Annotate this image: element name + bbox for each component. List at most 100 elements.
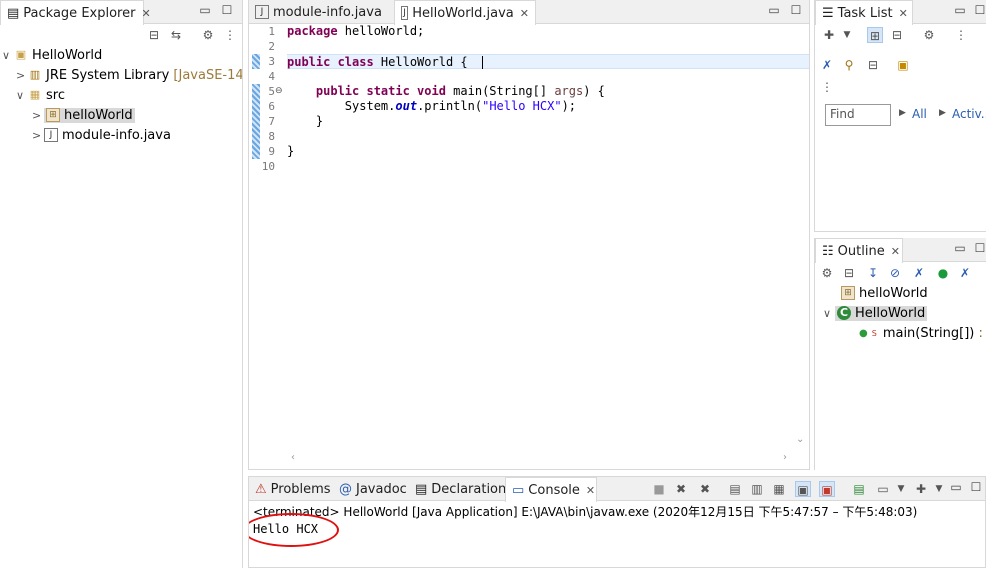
tree-item-package[interactable]: > ⊞ helloWorld bbox=[32, 105, 135, 125]
outline-item-package[interactable]: ⊞ helloWorld bbox=[841, 283, 928, 303]
find-input[interactable]: Find bbox=[825, 104, 891, 126]
activate-link[interactable]: Activ... bbox=[952, 107, 986, 121]
tab-task-list[interactable]: ☰ Task List ✕ bbox=[815, 0, 913, 25]
pin-console-icon[interactable]: ▤ bbox=[851, 481, 867, 497]
scroll-lock-icon[interactable]: ▥ bbox=[749, 481, 765, 497]
minimize-icon[interactable]: ▭ bbox=[953, 3, 967, 17]
scroll-right-icon[interactable]: › bbox=[783, 452, 787, 463]
outline-item-class[interactable]: ∨ C HelloWorld bbox=[823, 303, 928, 323]
tab-problems[interactable]: ⚠ Problems bbox=[249, 477, 337, 501]
code-text: helloWorld; bbox=[337, 24, 425, 38]
line-number: 6 bbox=[268, 100, 275, 113]
close-icon[interactable]: ✕ bbox=[899, 7, 908, 20]
console-output[interactable]: Hello HCX bbox=[249, 513, 339, 547]
link-with-editor-icon[interactable]: ⇆ bbox=[168, 27, 184, 43]
chevron-down-icon[interactable]: ∨ bbox=[2, 49, 14, 62]
collapse-all-icon[interactable]: ⊟ bbox=[841, 265, 857, 281]
outline-label: helloWorld bbox=[859, 285, 928, 301]
vertical-scrollbar[interactable]: ⌄ bbox=[791, 24, 809, 449]
tab-outline[interactable]: ☷ Outline ✕ bbox=[815, 238, 903, 263]
filter-completed-icon[interactable]: ✗ bbox=[819, 57, 835, 73]
display-console-icon[interactable]: ▭ bbox=[875, 481, 891, 497]
filters-icon[interactable]: ⚙ bbox=[819, 265, 835, 281]
tree-item-jre-library[interactable]: > ▥ JRE System Library [JavaSE-14] bbox=[16, 65, 242, 85]
all-link[interactable]: All bbox=[912, 107, 927, 121]
tab-package-explorer[interactable]: ▤ Package Explorer ✕ bbox=[0, 0, 151, 25]
show-on-stdout-icon[interactable]: ▣ bbox=[795, 481, 811, 497]
library-icon: ▥ bbox=[29, 68, 41, 81]
maximize-icon[interactable]: ☐ bbox=[220, 3, 234, 17]
chevron-down-icon[interactable]: ∨ bbox=[16, 89, 28, 102]
close-icon[interactable]: ✕ bbox=[141, 7, 150, 20]
view-menu-icon[interactable]: ⋮ bbox=[819, 79, 835, 95]
horizontal-scrollbar[interactable]: ‹ › bbox=[287, 449, 791, 469]
new-task-icon[interactable]: ✚ bbox=[821, 27, 837, 43]
code-area[interactable]: package helloWorld; public class HelloWo… bbox=[287, 24, 809, 449]
chevron-right-icon[interactable]: > bbox=[32, 129, 44, 142]
chevron-right-icon[interactable]: > bbox=[16, 69, 28, 82]
minimize-icon[interactable]: ▭ bbox=[949, 480, 963, 494]
terminate-icon[interactable]: ■ bbox=[651, 481, 667, 497]
current-code-line: public class HelloWorld { bbox=[287, 54, 809, 69]
scroll-down-icon[interactable]: ⌄ bbox=[796, 434, 804, 445]
maximize-icon[interactable]: ☐ bbox=[969, 480, 983, 494]
tab-module-info[interactable]: J module-info.java bbox=[249, 0, 389, 24]
keyword: package bbox=[287, 24, 338, 38]
view-menu-icon[interactable]: ⋮ bbox=[979, 265, 986, 281]
remove-all-terminated-icon[interactable]: ✖ bbox=[697, 481, 713, 497]
tab-helloworld-java[interactable]: J HelloWorld.java ✕ bbox=[394, 0, 536, 25]
close-icon[interactable]: ✕ bbox=[520, 7, 529, 20]
sort-icon[interactable]: ↧ bbox=[865, 265, 881, 281]
collapse-all-icon[interactable]: ⊟ bbox=[865, 57, 881, 73]
synchronize-icon[interactable]: ⚙ bbox=[921, 27, 937, 43]
view-menu-icon[interactable]: ⋮ bbox=[953, 27, 969, 43]
console-status: <terminated> HelloWorld [Java Applicatio… bbox=[253, 505, 918, 519]
package-explorer-panel: ▤ Package Explorer ✕ ▭ ☐ ⊟ ⇆ ⚙ ⋮ ∨ ▣ Hel… bbox=[0, 0, 243, 568]
selected-item: C HelloWorld bbox=[835, 305, 928, 321]
maximize-icon[interactable]: ☐ bbox=[973, 241, 986, 255]
show-on-stderr-icon[interactable]: ▣ bbox=[819, 481, 835, 497]
chevron-down-icon[interactable]: ▼ bbox=[839, 27, 855, 43]
chevron-down-icon[interactable]: ▼ bbox=[931, 481, 947, 497]
clear-console-icon[interactable]: ▤ bbox=[727, 481, 743, 497]
minimize-icon[interactable]: ▭ bbox=[198, 3, 212, 17]
minimize-icon[interactable]: ▭ bbox=[953, 241, 967, 255]
scroll-left-icon[interactable]: ‹ bbox=[291, 452, 295, 463]
chevron-down-icon[interactable]: ▼ bbox=[893, 481, 909, 497]
scheduled-icon[interactable]: ⊟ bbox=[889, 27, 905, 43]
close-icon[interactable]: ✕ bbox=[891, 245, 900, 258]
hide-static-icon[interactable]: ✗ bbox=[911, 265, 927, 281]
hide-local-types-icon[interactable]: ✗ bbox=[957, 265, 973, 281]
chevron-right-icon[interactable]: > bbox=[32, 109, 44, 122]
tab-javadoc[interactable]: @ Javadoc bbox=[333, 477, 413, 501]
maximize-icon[interactable]: ☐ bbox=[973, 3, 986, 17]
view-menu-icon[interactable]: ⋮ bbox=[222, 27, 238, 43]
chevron-down-icon[interactable]: ∨ bbox=[823, 307, 835, 320]
word-wrap-icon[interactable]: ▦ bbox=[771, 481, 787, 497]
remove-launch-icon[interactable]: ✖ bbox=[673, 481, 689, 497]
hide-non-public-icon[interactable]: ● bbox=[935, 265, 951, 281]
filter-icon[interactable]: ⚲ bbox=[841, 57, 857, 73]
package-icon: ⊞ bbox=[46, 108, 60, 122]
minimize-icon[interactable]: ▭ bbox=[767, 3, 781, 17]
package-explorer-icon: ▤ bbox=[7, 5, 20, 21]
focus-icon[interactable]: ▣ bbox=[895, 57, 911, 73]
editor-tabbar: J module-info.java J HelloWorld.java ✕ ▭… bbox=[249, 0, 809, 25]
collapse-all-icon[interactable]: ⊟ bbox=[146, 27, 162, 43]
categorized-icon[interactable]: ⊞ bbox=[867, 27, 883, 43]
task-list-panel: ☰ Task List ✕ ▭ ☐ ✚ ▼ ⊞ ⊟ ⚙ ⋮ ✗ ⚲ ⊟ ▣ ⋮ … bbox=[814, 0, 986, 232]
tab-console[interactable]: ▭ Console ✕ bbox=[505, 477, 597, 502]
close-icon[interactable]: ✕ bbox=[586, 484, 595, 497]
line-number-gutter: 1 2 3 4 5 ⊖ 6 7 8 9 10 bbox=[249, 24, 287, 449]
maximize-icon[interactable]: ☐ bbox=[789, 3, 803, 17]
hide-fields-icon[interactable]: ⊘ bbox=[887, 265, 903, 281]
tab-declaration[interactable]: ▤ Declaration bbox=[409, 477, 512, 501]
tree-item-project[interactable]: ∨ ▣ HelloWorld bbox=[2, 45, 102, 65]
outline-item-method[interactable]: ● S main(String[]) : voi bbox=[859, 323, 986, 343]
code-line: } bbox=[287, 144, 809, 159]
fold-collapse-icon[interactable]: ⊖ bbox=[275, 84, 283, 99]
tree-item-module-info[interactable]: > J module-info.java bbox=[32, 125, 171, 145]
filters-icon[interactable]: ⚙ bbox=[200, 27, 216, 43]
open-console-icon[interactable]: ✚ bbox=[913, 481, 929, 497]
tree-item-src[interactable]: ∨ ▦ src bbox=[16, 85, 65, 105]
